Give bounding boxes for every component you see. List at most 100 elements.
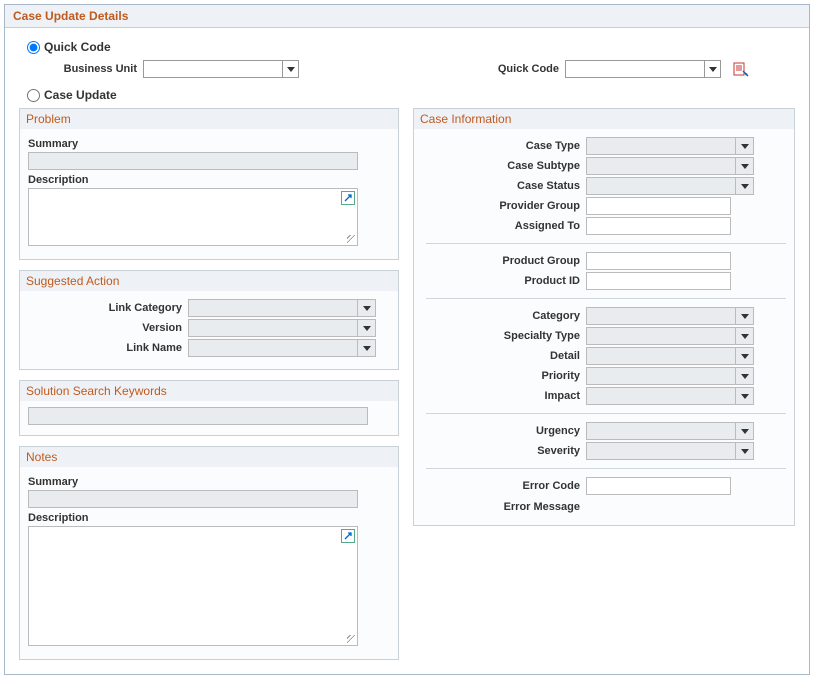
case-type-dropdown-button[interactable] (736, 137, 754, 155)
urgency-input[interactable] (586, 422, 736, 440)
assigned-to-input[interactable] (586, 217, 731, 235)
business-unit-dropdown-button[interactable] (283, 60, 299, 78)
case-update-details-panel: Case Update Details Quick Code Business … (4, 4, 810, 675)
chevron-down-icon (741, 334, 749, 339)
quick-code-fields: Business Unit Quick Code (47, 60, 795, 78)
chevron-down-icon (363, 326, 371, 331)
business-unit-label: Business Unit (47, 63, 137, 75)
version-dropdown-button[interactable] (358, 319, 376, 337)
error-code-label: Error Code (426, 480, 586, 492)
category-input[interactable] (586, 307, 736, 325)
quick-code-dropdown-button[interactable] (705, 60, 721, 78)
link-name-input[interactable] (188, 339, 358, 357)
quick-code-radio[interactable] (27, 41, 40, 54)
category-label: Category (426, 310, 586, 322)
chevron-down-icon (363, 306, 371, 311)
solution-search-section: Solution Search Keywords (19, 380, 399, 436)
chevron-down-icon (287, 67, 295, 72)
panel-title: Case Update Details (5, 5, 809, 28)
divider (426, 468, 786, 469)
two-column-layout: Problem Summary Description (19, 108, 795, 660)
notes-description-label: Description (28, 512, 390, 524)
chevron-down-icon (363, 346, 371, 351)
impact-label: Impact (426, 390, 586, 402)
problem-summary-input[interactable] (28, 152, 358, 170)
link-name-label: Link Name (28, 342, 188, 354)
case-update-radio-label: Case Update (44, 88, 117, 102)
divider (426, 413, 786, 414)
case-information-title: Case Information (414, 109, 794, 129)
case-subtype-label: Case Subtype (426, 160, 586, 172)
problem-section: Problem Summary Description (19, 108, 399, 260)
assigned-to-label: Assigned To (426, 220, 586, 232)
impact-dropdown-button[interactable] (736, 387, 754, 405)
chevron-down-icon (741, 164, 749, 169)
problem-description-textarea[interactable] (29, 189, 357, 245)
case-information-section: Case Information Case Type Case Subtype … (413, 108, 795, 526)
suggested-action-title: Suggested Action (20, 271, 398, 291)
chevron-down-icon (741, 429, 749, 434)
error-code-input[interactable] (586, 477, 731, 495)
quick-code-input[interactable] (565, 60, 705, 78)
priority-dropdown-button[interactable] (736, 367, 754, 385)
urgency-dropdown-button[interactable] (736, 422, 754, 440)
case-update-radio[interactable] (27, 89, 40, 102)
problem-summary-label: Summary (28, 138, 390, 150)
provider-group-input[interactable] (586, 197, 731, 215)
suggested-action-section: Suggested Action Link Category Version (19, 270, 399, 370)
chevron-down-icon (741, 144, 749, 149)
provider-group-label: Provider Group (426, 200, 586, 212)
resize-grip-icon[interactable] (347, 635, 355, 643)
impact-input[interactable] (586, 387, 736, 405)
version-input[interactable] (188, 319, 358, 337)
detail-dropdown-button[interactable] (736, 347, 754, 365)
product-id-input[interactable] (586, 272, 731, 290)
product-group-label: Product Group (426, 255, 586, 267)
business-unit-field: Business Unit (47, 60, 299, 78)
case-subtype-input[interactable] (586, 157, 736, 175)
priority-input[interactable] (586, 367, 736, 385)
chevron-down-icon (709, 67, 717, 72)
detail-label: Detail (426, 350, 586, 362)
notes-summary-input[interactable] (28, 490, 358, 508)
priority-label: Priority (426, 370, 586, 382)
solution-search-title: Solution Search Keywords (20, 381, 398, 401)
panel-body: Quick Code Business Unit Quick Code (5, 28, 809, 674)
case-update-radio-row: Case Update (27, 88, 795, 102)
severity-input[interactable] (586, 442, 736, 460)
solution-search-input[interactable] (28, 407, 368, 425)
case-type-label: Case Type (426, 140, 586, 152)
case-status-dropdown-button[interactable] (736, 177, 754, 195)
product-group-input[interactable] (586, 252, 731, 270)
divider (426, 243, 786, 244)
link-category-label: Link Category (28, 302, 188, 314)
severity-dropdown-button[interactable] (736, 442, 754, 460)
quick-code-lookup-icon[interactable] (733, 61, 749, 77)
case-status-input[interactable] (586, 177, 736, 195)
urgency-label: Urgency (426, 425, 586, 437)
link-category-dropdown-button[interactable] (358, 299, 376, 317)
resize-grip-icon[interactable] (347, 235, 355, 243)
detail-input[interactable] (586, 347, 736, 365)
error-message-label: Error Message (426, 501, 586, 513)
link-category-input[interactable] (188, 299, 358, 317)
case-subtype-dropdown-button[interactable] (736, 157, 754, 175)
quick-code-field: Quick Code (469, 60, 749, 78)
case-type-input[interactable] (586, 137, 736, 155)
notes-description-textarea[interactable] (29, 527, 357, 645)
category-dropdown-button[interactable] (736, 307, 754, 325)
notes-summary-label: Summary (28, 476, 390, 488)
specialty-type-input[interactable] (586, 327, 736, 345)
link-name-dropdown-button[interactable] (358, 339, 376, 357)
notes-title: Notes (20, 447, 398, 467)
version-label: Version (28, 322, 188, 334)
left-column: Problem Summary Description (19, 108, 399, 660)
business-unit-input[interactable] (143, 60, 283, 78)
product-id-label: Product ID (426, 275, 586, 287)
expand-icon[interactable] (341, 191, 355, 205)
specialty-type-dropdown-button[interactable] (736, 327, 754, 345)
expand-icon[interactable] (341, 529, 355, 543)
quick-code-radio-row: Quick Code (27, 40, 795, 54)
specialty-type-label: Specialty Type (426, 330, 586, 342)
quick-code-label: Quick Code (469, 63, 559, 75)
